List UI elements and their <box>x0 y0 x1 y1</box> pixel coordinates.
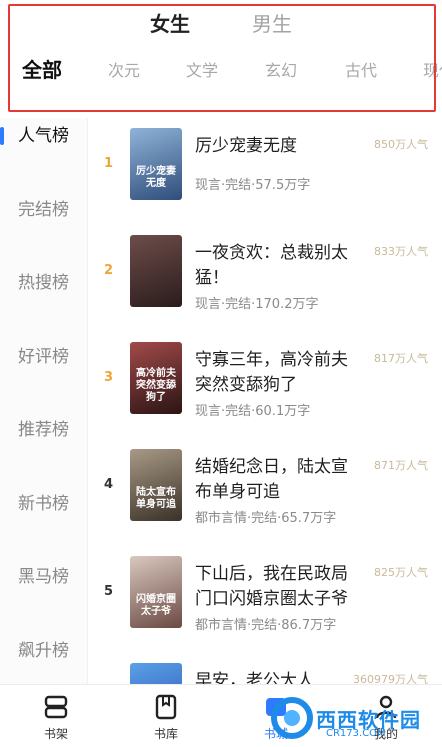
rank-number: 2 <box>104 263 114 278</box>
book-cover[interactable] <box>130 235 182 307</box>
watermark-subtext: CR173.COM <box>326 728 386 739</box>
sidebar-item-new[interactable]: 新书榜 <box>0 486 88 522</box>
book-meta: 现言·完结·57.5万字 <box>195 178 311 193</box>
nav-label: 书库 <box>153 727 178 741</box>
category-tab-modern[interactable]: 现代 <box>423 60 442 82</box>
watermark-logo-icon <box>271 697 313 739</box>
cover-title: 闪婚京圈太子爷 <box>136 594 176 617</box>
sidebar-item-completed[interactable]: 完结榜 <box>0 192 88 228</box>
book-list: 1 厉少宠妻无度 厉少宠妻无度 现言·完结·57.5万字 850万人气 2 一夜… <box>88 118 442 684</box>
sidebar-item-rising[interactable]: 飙升榜 <box>0 633 88 669</box>
sidebar-item-hot-search[interactable]: 热搜榜 <box>0 265 88 301</box>
nav-bookshelf[interactable]: 书架 <box>16 685 96 747</box>
book-title[interactable]: 下山后，我在民政局门口闪婚京圈太子爷 <box>195 562 355 612</box>
book-cover[interactable]: 闪婚京圈太子爷 <box>130 556 182 628</box>
book-title[interactable]: 早安，老公大人 <box>195 669 355 684</box>
sidebar-item-top-rated[interactable]: 好评榜 <box>0 339 88 375</box>
sidebar-item-popular[interactable]: 人气榜 <box>0 118 88 154</box>
cover-title: 高冷前夫突然变舔狗了 <box>136 368 176 403</box>
category-tabs: 全部 次元 文学 玄幻 古代 现代 <box>0 56 442 88</box>
tab-female[interactable]: 女生 <box>150 10 190 38</box>
gender-tabs: 女生 男生 <box>0 10 442 42</box>
sidebar-item-label: 推荐榜 <box>18 420 69 440</box>
book-row[interactable]: 4 陆太宣布单身可追 结婚纪念日，陆太宣布单身可追 都市言情·完结·65.7万字… <box>88 439 442 546</box>
popularity-count: 360979万人气 <box>353 673 428 684</box>
bookshelf-icon <box>44 695 68 719</box>
rank-number: 5 <box>104 584 114 599</box>
book-row[interactable]: 1 厉少宠妻无度 厉少宠妻无度 现言·完结·57.5万字 850万人气 <box>88 118 442 225</box>
category-tab-ancient[interactable]: 古代 <box>345 60 377 82</box>
book-title[interactable]: 结婚纪念日，陆太宣布单身可追 <box>195 455 355 505</box>
ranking-sidebar: 人气榜 完结榜 热搜榜 好评榜 推荐榜 新书榜 黑马榜 飙升榜 <box>0 118 88 684</box>
popularity-count: 850万人气 <box>374 138 428 151</box>
cover-title: 厉少宠妻无度 <box>136 166 176 189</box>
cover-title: 陆太宣布单身可追 <box>136 487 176 510</box>
popularity-count: 871万人气 <box>374 459 428 472</box>
category-tab-ciyuan[interactable]: 次元 <box>108 60 140 82</box>
book-title[interactable]: 厉少宠妻无度 <box>195 134 355 159</box>
nav-label: 书架 <box>43 727 68 741</box>
popularity-count: 817万人气 <box>374 352 428 365</box>
book-meta: 现言·完结·60.1万字 <box>195 404 311 419</box>
book-meta: 都市言情·完结·86.7万字 <box>195 618 337 633</box>
book-title[interactable]: 守寡三年，高冷前夫突然变舔狗了 <box>195 348 355 398</box>
book-row[interactable]: 2 一夜贪欢：总裁别太猛！ 现言·完结·170.2万字 833万人气 <box>88 225 442 332</box>
category-tab-fantasy[interactable]: 玄幻 <box>265 60 297 82</box>
sidebar-item-label: 新书榜 <box>18 494 69 514</box>
sidebar-item-dark-horse[interactable]: 黑马榜 <box>0 559 88 595</box>
sidebar-item-label: 热搜榜 <box>18 273 69 293</box>
watermark: 西西软件园 CR173.COM <box>268 690 438 744</box>
sidebar-item-recommended[interactable]: 推荐榜 <box>0 412 88 448</box>
sidebar-item-label: 飙升榜 <box>18 641 69 661</box>
popularity-count: 825万人气 <box>374 566 428 579</box>
rank-number: 4 <box>104 477 114 492</box>
active-indicator <box>0 127 4 145</box>
tab-male[interactable]: 男生 <box>252 10 292 38</box>
book-row[interactable]: 6 早安，老公大人 360979万人气 <box>88 653 442 684</box>
category-tab-literature[interactable]: 文学 <box>186 60 218 82</box>
book-cover[interactable] <box>130 663 182 684</box>
book-meta: 现言·完结·170.2万字 <box>195 297 319 312</box>
book-cover[interactable]: 厉少宠妻无度 <box>130 128 182 200</box>
rank-number: 3 <box>104 370 114 385</box>
sidebar-item-label: 人气榜 <box>18 126 69 146</box>
popularity-count: 833万人气 <box>374 245 428 258</box>
sidebar-item-label: 黑马榜 <box>18 567 69 587</box>
category-tab-all[interactable]: 全部 <box>22 56 62 84</box>
book-icon <box>155 694 177 720</box>
sidebar-item-label: 完结榜 <box>18 200 69 220</box>
top-header: 女生 男生 全部 次元 文学 玄幻 古代 现代 <box>0 0 442 118</box>
book-row[interactable]: 3 高冷前夫突然变舔狗了 守寡三年，高冷前夫突然变舔狗了 现言·完结·60.1万… <box>88 332 442 439</box>
rank-number: 1 <box>104 156 114 171</box>
book-cover[interactable]: 高冷前夫突然变舔狗了 <box>130 342 182 414</box>
book-cover[interactable]: 陆太宣布单身可追 <box>130 449 182 521</box>
book-row[interactable]: 5 闪婚京圈太子爷 下山后，我在民政局门口闪婚京圈太子爷 都市言情·完结·86.… <box>88 546 442 653</box>
book-title[interactable]: 一夜贪欢：总裁别太猛！ <box>195 241 355 291</box>
nav-library[interactable]: 书库 <box>126 685 206 747</box>
sidebar-item-label: 好评榜 <box>18 347 69 367</box>
book-meta: 都市言情·完结·65.7万字 <box>195 511 337 526</box>
